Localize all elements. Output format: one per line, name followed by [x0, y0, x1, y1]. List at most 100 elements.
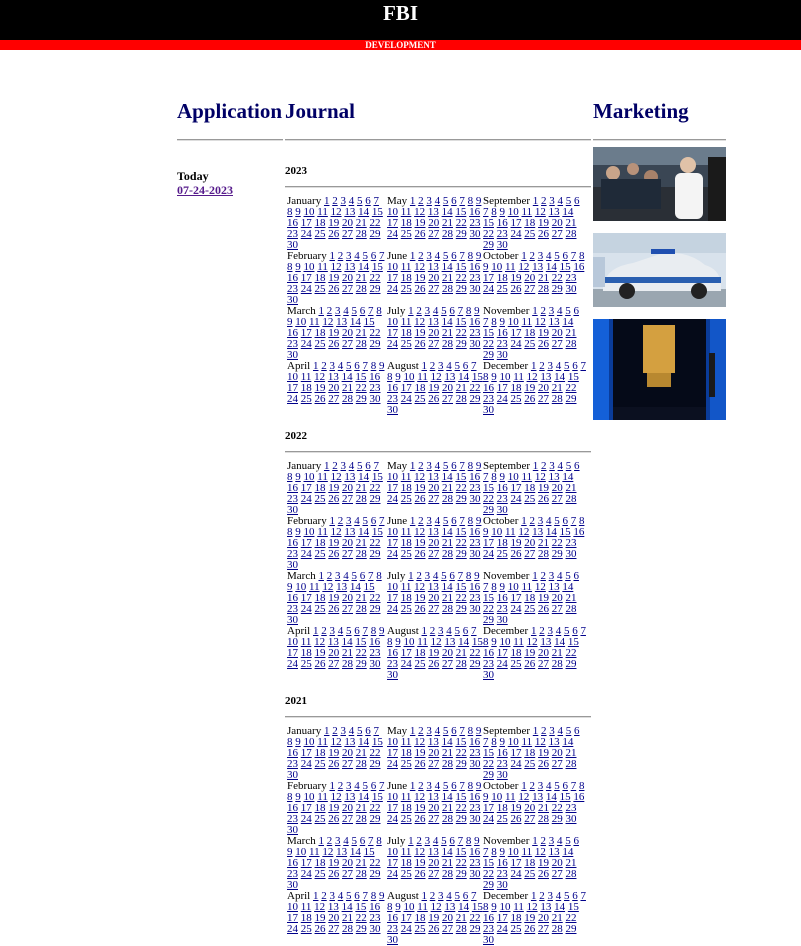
day-link[interactable]: 27: [342, 493, 353, 505]
police-car-photo[interactable]: [593, 233, 726, 307]
day-link[interactable]: 30: [370, 393, 381, 405]
day-link[interactable]: 26: [328, 603, 339, 615]
day-link[interactable]: 25: [524, 603, 535, 615]
day-link[interactable]: 26: [538, 228, 549, 240]
day-link[interactable]: 27: [428, 603, 439, 615]
day-link[interactable]: 28: [456, 923, 467, 935]
day-link[interactable]: 24: [497, 923, 508, 935]
day-link[interactable]: 26: [415, 548, 426, 560]
day-link[interactable]: 30: [370, 658, 381, 670]
day-link[interactable]: 29: [566, 393, 577, 405]
day-link[interactable]: 24: [511, 603, 522, 615]
day-link[interactable]: 30: [287, 349, 298, 361]
day-link[interactable]: 30: [370, 923, 381, 935]
day-link[interactable]: 28: [442, 493, 453, 505]
day-link[interactable]: 26: [415, 868, 426, 880]
day-link[interactable]: 29: [370, 868, 381, 880]
day-link[interactable]: 30: [497, 879, 508, 891]
day-link[interactable]: 25: [401, 548, 412, 560]
day-link[interactable]: 30: [566, 548, 577, 560]
day-link[interactable]: 25: [401, 228, 412, 240]
day-link[interactable]: 26: [538, 603, 549, 615]
day-link[interactable]: 24: [511, 228, 522, 240]
day-link[interactable]: 27: [342, 868, 353, 880]
day-link[interactable]: 27: [328, 923, 339, 935]
day-link[interactable]: 30: [387, 404, 398, 416]
day-link[interactable]: 29: [456, 228, 467, 240]
day-link[interactable]: 27: [342, 338, 353, 350]
day-link[interactable]: 29: [483, 769, 494, 781]
day-link[interactable]: 29: [370, 338, 381, 350]
day-link[interactable]: 30: [470, 283, 481, 295]
day-link[interactable]: 26: [415, 603, 426, 615]
day-link[interactable]: 28: [552, 393, 563, 405]
day-link[interactable]: 28: [442, 338, 453, 350]
day-link[interactable]: 26: [538, 493, 549, 505]
day-link[interactable]: 6: [574, 196, 580, 207]
day-link[interactable]: 27: [428, 228, 439, 240]
day-link[interactable]: 26: [415, 228, 426, 240]
today-date-link[interactable]: 07-24-2023: [177, 183, 283, 197]
day-link[interactable]: 6: [573, 571, 579, 582]
day-link[interactable]: 30: [497, 349, 508, 361]
day-link[interactable]: 27: [538, 393, 549, 405]
day-link[interactable]: 30: [287, 769, 298, 781]
day-link[interactable]: 28: [356, 338, 367, 350]
day-link[interactable]: 27: [442, 658, 453, 670]
day-link[interactable]: 24: [301, 228, 312, 240]
day-link[interactable]: 29: [456, 283, 467, 295]
day-link[interactable]: 28: [456, 658, 467, 670]
day-link[interactable]: 26: [524, 923, 535, 935]
day-link[interactable]: 29: [370, 603, 381, 615]
day-link[interactable]: 28: [356, 493, 367, 505]
day-link[interactable]: 26: [428, 923, 439, 935]
day-link[interactable]: 27: [342, 283, 353, 295]
day-link[interactable]: 29: [470, 658, 481, 670]
day-link[interactable]: 28: [442, 868, 453, 880]
day-link[interactable]: 26: [428, 393, 439, 405]
day-link[interactable]: 8: [376, 571, 382, 582]
day-link[interactable]: 24: [387, 283, 398, 295]
day-link[interactable]: 27: [442, 393, 453, 405]
day-link[interactable]: 26: [328, 338, 339, 350]
day-link[interactable]: 27: [342, 228, 353, 240]
day-link[interactable]: 27: [552, 603, 563, 615]
crowd-photo[interactable]: [593, 147, 726, 221]
day-link[interactable]: 27: [428, 868, 439, 880]
day-link[interactable]: 28: [566, 603, 577, 615]
day-link[interactable]: 25: [524, 338, 535, 350]
day-link[interactable]: 6: [573, 836, 579, 847]
day-link[interactable]: 28: [342, 393, 353, 405]
day-link[interactable]: 24: [287, 658, 298, 670]
day-link[interactable]: 30: [470, 548, 481, 560]
day-link[interactable]: 24: [483, 813, 494, 825]
day-link[interactable]: 24: [287, 923, 298, 935]
day-link[interactable]: 29: [456, 338, 467, 350]
day-link[interactable]: 30: [497, 239, 508, 251]
day-link[interactable]: 26: [538, 338, 549, 350]
day-link[interactable]: 24: [497, 658, 508, 670]
day-link[interactable]: 29: [483, 504, 494, 516]
day-link[interactable]: 25: [301, 393, 312, 405]
day-link[interactable]: 25: [497, 548, 508, 560]
day-link[interactable]: 29: [370, 283, 381, 295]
day-link[interactable]: 6: [574, 461, 580, 472]
day-link[interactable]: 24: [511, 868, 522, 880]
day-link[interactable]: 27: [342, 813, 353, 825]
day-link[interactable]: 24: [387, 338, 398, 350]
day-link[interactable]: 24: [387, 228, 398, 240]
day-link[interactable]: 29: [552, 548, 563, 560]
day-link[interactable]: 25: [401, 868, 412, 880]
day-link[interactable]: 25: [401, 813, 412, 825]
day-link[interactable]: 27: [428, 548, 439, 560]
day-link[interactable]: 29: [483, 879, 494, 891]
day-link[interactable]: 25: [315, 813, 326, 825]
day-link[interactable]: 24: [301, 338, 312, 350]
day-link[interactable]: 28: [566, 493, 577, 505]
day-link[interactable]: 26: [328, 493, 339, 505]
day-link[interactable]: 25: [511, 923, 522, 935]
day-link[interactable]: 30: [287, 239, 298, 251]
day-link[interactable]: 6: [574, 726, 580, 737]
day-link[interactable]: 7: [580, 891, 586, 902]
day-link[interactable]: 25: [401, 338, 412, 350]
